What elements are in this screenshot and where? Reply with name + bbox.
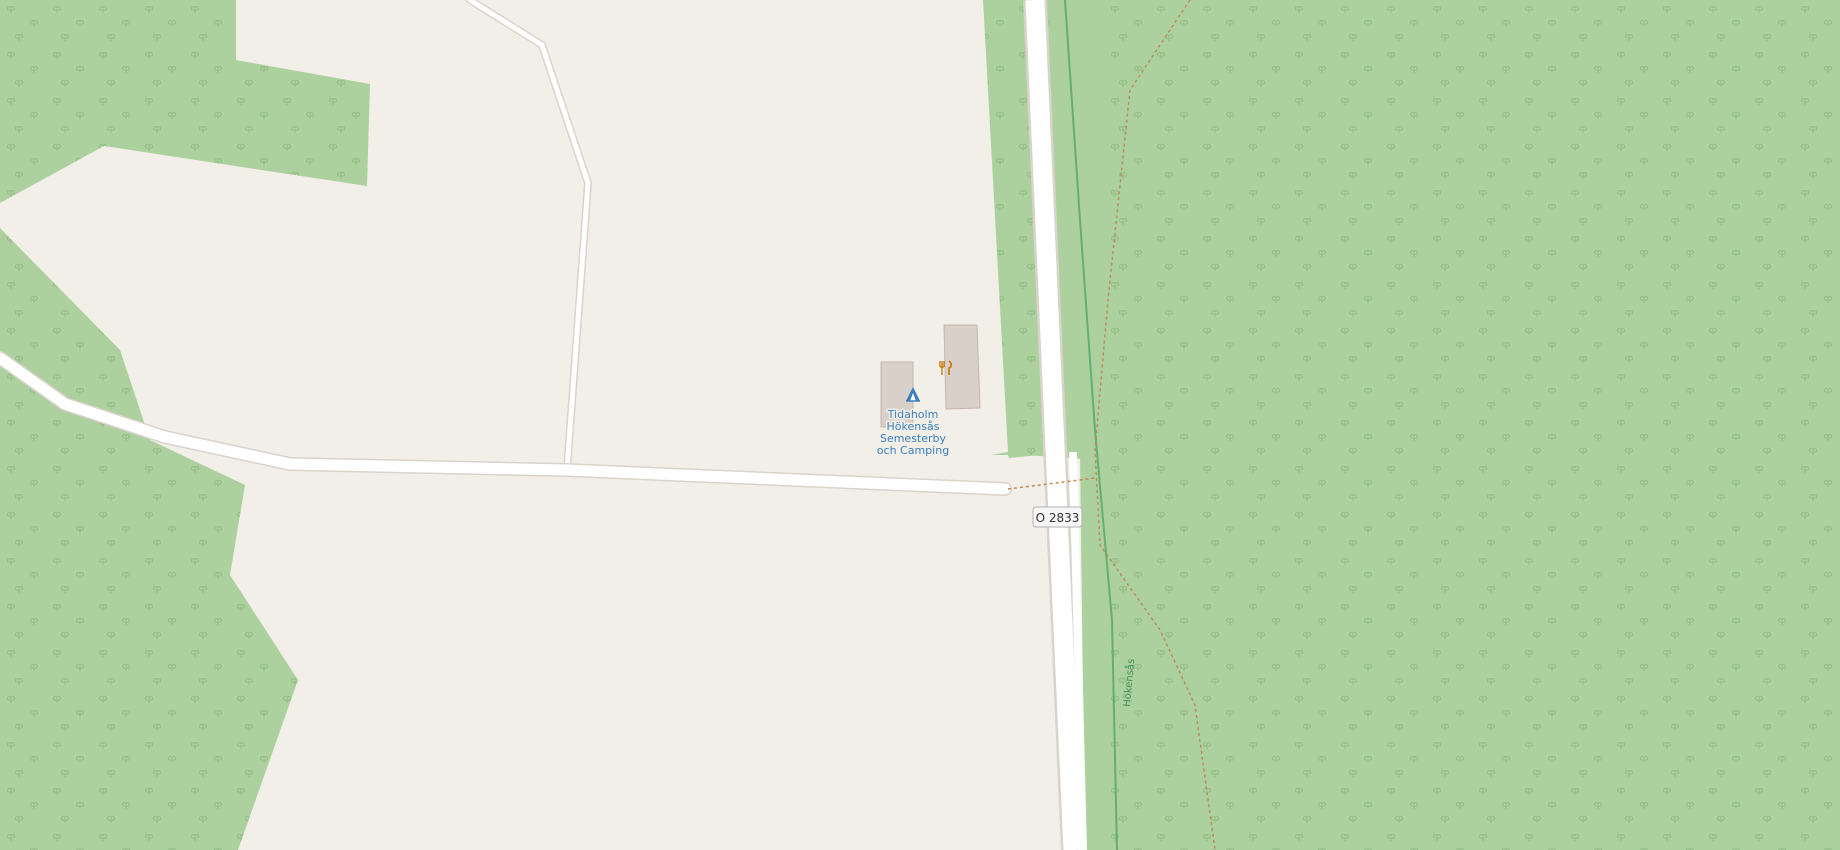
forest-area-right <box>983 0 1840 850</box>
road-shield[interactable]: O 2833 <box>1032 506 1083 528</box>
map-canvas[interactable]: Hökensås Tidaholm Hökensås Semesterby oc… <box>0 0 1840 850</box>
road-shield-label: O 2833 <box>1036 511 1080 525</box>
camp-site-label-line-4: och Camping <box>877 444 949 457</box>
